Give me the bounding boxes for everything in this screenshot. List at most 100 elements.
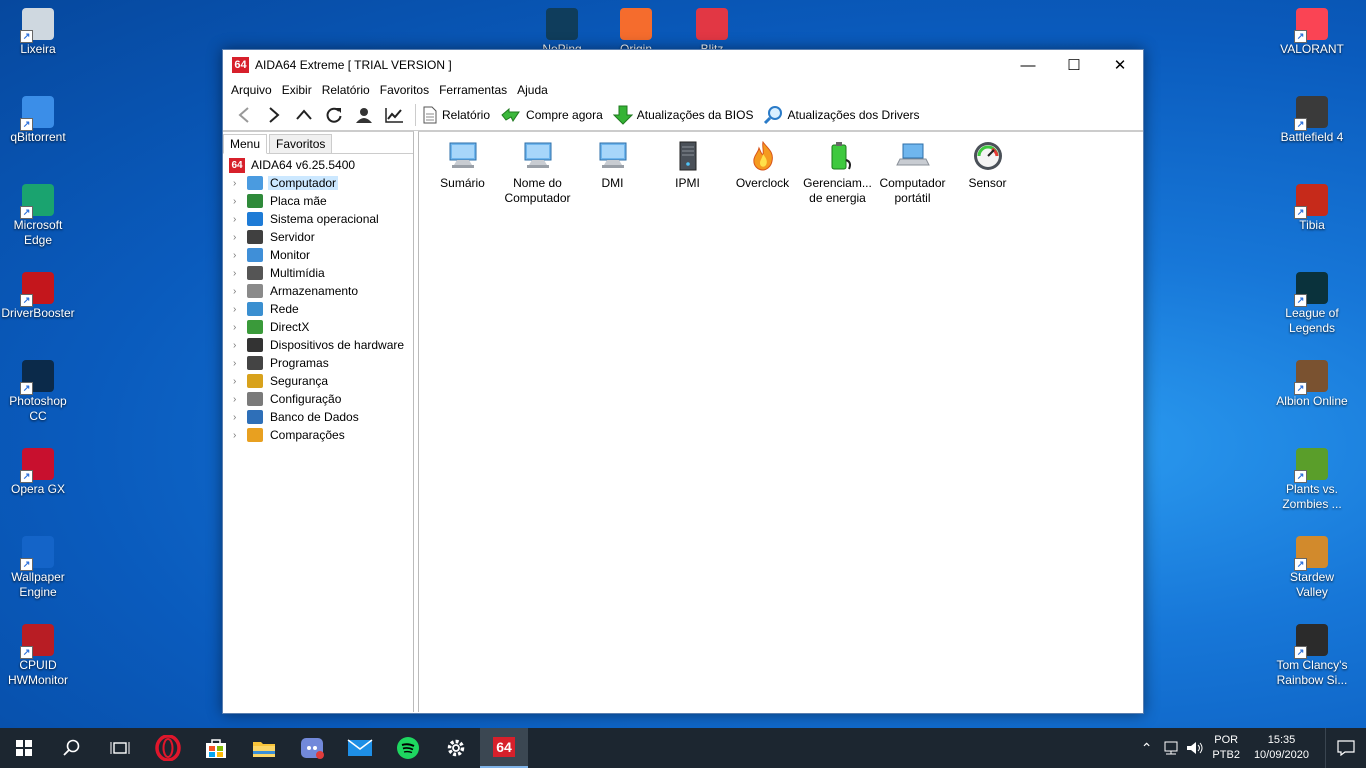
chevron-right-icon[interactable]: › (233, 376, 243, 387)
desktop-icon-right-5[interactable]: ↗ Plants vs. Zombies ... (1274, 448, 1350, 512)
close-button[interactable]: ✕ (1097, 50, 1143, 80)
content-item-computer-name[interactable]: Nome do Computador (500, 136, 575, 206)
tree-item-server[interactable]: › Servidor (223, 228, 413, 246)
taskbar-aida64[interactable]: 64 (480, 728, 528, 768)
menu-exibir[interactable]: Exibir (277, 83, 317, 97)
desktop-icon-right-1[interactable]: ↗ Battlefield 4 (1274, 96, 1350, 145)
taskbar-spotify[interactable] (384, 728, 432, 768)
taskbar-store[interactable] (192, 728, 240, 768)
driver-updates-button[interactable]: Atualizações dos Drivers (763, 105, 920, 125)
chevron-right-icon[interactable]: › (233, 250, 243, 261)
start-button[interactable] (0, 728, 48, 768)
menu-favoritos[interactable]: Favoritos (375, 83, 434, 97)
network-icon[interactable] (1162, 740, 1180, 756)
clock[interactable]: 15:35 10/09/2020 (1254, 733, 1309, 763)
chevron-right-icon[interactable]: › (233, 412, 243, 423)
desktop-icon-right-4[interactable]: ↗ Albion Online (1274, 360, 1350, 409)
volume-icon[interactable] (1186, 740, 1204, 756)
report-button[interactable]: Relatório (422, 106, 490, 124)
search-button[interactable] (48, 728, 96, 768)
taskbar-discord[interactable] (288, 728, 336, 768)
desktop-icon-right-7[interactable]: ↗ Tom Clancy's Rainbow Si... (1274, 624, 1350, 688)
tree-item-hardware[interactable]: › Dispositivos de hardware (223, 336, 413, 354)
desktop-icon-right-3[interactable]: ↗ League of Legends (1274, 272, 1350, 336)
desktop-icon-left-2[interactable]: ↗ Microsoft Edge (0, 184, 76, 248)
content-item-overclock[interactable]: Overclock (725, 136, 800, 206)
tab-favoritos[interactable]: Favoritos (269, 134, 333, 153)
language-indicator[interactable]: POR PTB2 (1212, 733, 1240, 763)
action-center-button[interactable] (1325, 728, 1366, 768)
tree-item-motherboard[interactable]: › Placa mãe (223, 192, 413, 210)
chevron-right-icon[interactable]: › (233, 232, 243, 243)
content-item-ipmi[interactable]: IPMI (650, 136, 725, 206)
back-button[interactable] (229, 102, 259, 128)
tree-item-windows[interactable]: › Sistema operacional (223, 210, 413, 228)
chevron-right-icon[interactable]: › (233, 178, 243, 189)
tree-item-network[interactable]: › Rede (223, 300, 413, 318)
menu-ajuda[interactable]: Ajuda (512, 83, 553, 97)
content-item-label: DMI (601, 176, 624, 190)
chevron-right-icon[interactable]: › (233, 268, 243, 279)
toolbar: Relatório Compre agora Atualizações da B… (223, 100, 1143, 131)
desktop-icon-left-6[interactable]: ↗ Wallpaper Engine (0, 536, 76, 600)
buy-now-button[interactable]: Compre agora (500, 106, 603, 124)
tree-item-benchmark[interactable]: › Comparações (223, 426, 413, 444)
tree-item-monitor[interactable]: › Monitor (223, 246, 413, 264)
content-item-label: Nome do (513, 176, 562, 190)
menu-ferramentas[interactable]: Ferramentas (434, 83, 512, 97)
desktop-icon-right-6[interactable]: ↗ Stardew Valley (1274, 536, 1350, 600)
chevron-up-icon[interactable]: ⌃ (1141, 740, 1153, 757)
chart-button[interactable] (379, 102, 409, 128)
chevron-right-icon[interactable]: › (233, 430, 243, 441)
chevron-right-icon[interactable]: › (233, 394, 243, 405)
forward-button[interactable] (259, 102, 289, 128)
tree-item-speaker[interactable]: › Multimídia (223, 264, 413, 282)
up-button[interactable] (289, 102, 319, 128)
tree-item-database[interactable]: › Banco de Dados (223, 408, 413, 426)
aida64-window[interactable]: 64 AIDA64 Extreme [ TRIAL VERSION ] — ☐ … (222, 49, 1144, 714)
maximize-button[interactable]: ☐ (1051, 50, 1097, 80)
chevron-right-icon[interactable]: › (233, 196, 243, 207)
desktop-icon-left-3[interactable]: ↗ DriverBooster (0, 272, 76, 321)
content-item-dmi[interactable]: DMI (575, 136, 650, 206)
refresh-button[interactable] (319, 102, 349, 128)
tree-item-computer[interactable]: › Computador (223, 174, 413, 192)
desktop-icon-right-2[interactable]: ↗ Tibia (1274, 184, 1350, 233)
desktop-icon-left-4[interactable]: ↗ Photoshop CC (0, 360, 76, 424)
title-bar[interactable]: 64 AIDA64 Extreme [ TRIAL VERSION ] — ☐ … (223, 50, 1143, 80)
chevron-right-icon[interactable]: › (233, 304, 243, 315)
content-item-power-management[interactable]: Gerenciam... de energia (800, 136, 875, 206)
content-item-sensor[interactable]: Sensor (950, 136, 1025, 206)
menu-relatorio[interactable]: Relatório (317, 83, 375, 97)
content-item-summary[interactable]: Sumário (425, 136, 500, 206)
minimize-button[interactable]: — (1005, 50, 1051, 80)
taskbar-mail[interactable] (336, 728, 384, 768)
chevron-right-icon[interactable]: › (233, 340, 243, 351)
tree-item-config[interactable]: › Configuração (223, 390, 413, 408)
task-view-button[interactable] (96, 728, 144, 768)
desktop-icon-left-0[interactable]: ↗ Lixeira (0, 8, 76, 57)
desktop-icon-left-5[interactable]: ↗ Opera GX (0, 448, 76, 497)
tab-menu[interactable]: Menu (223, 134, 268, 154)
tree-item-shield[interactable]: › Segurança (223, 372, 413, 390)
menu-arquivo[interactable]: Arquivo (226, 83, 277, 97)
tree-item-directx[interactable]: › DirectX (223, 318, 413, 336)
desktop-icon-right-0[interactable]: ↗ VALORANT (1274, 8, 1350, 57)
shortcut-arrow-icon: ↗ (20, 470, 33, 483)
taskbar-file-explorer[interactable] (240, 728, 288, 768)
chevron-right-icon[interactable]: › (233, 358, 243, 369)
tree-root[interactable]: 64 AIDA64 v6.25.5400 (223, 156, 413, 174)
desktop-icon-left-7[interactable]: ↗ CPUID HWMonitor (0, 624, 76, 688)
chevron-right-icon[interactable]: › (233, 214, 243, 225)
chevron-right-icon[interactable]: › (233, 286, 243, 297)
taskbar-opera[interactable] (144, 728, 192, 768)
rainbow-six-icon: ↗ (1294, 624, 1328, 659)
content-item-laptop[interactable]: Computador portátil (875, 136, 950, 206)
user-button[interactable] (349, 102, 379, 128)
taskbar-settings[interactable] (432, 728, 480, 768)
tree-item-programs[interactable]: › Programas (223, 354, 413, 372)
desktop-icon-left-1[interactable]: ↗ qBittorrent (0, 96, 76, 145)
tree-item-storage[interactable]: › Armazenamento (223, 282, 413, 300)
bios-updates-button[interactable]: Atualizações da BIOS (612, 105, 753, 125)
chevron-right-icon[interactable]: › (233, 322, 243, 333)
